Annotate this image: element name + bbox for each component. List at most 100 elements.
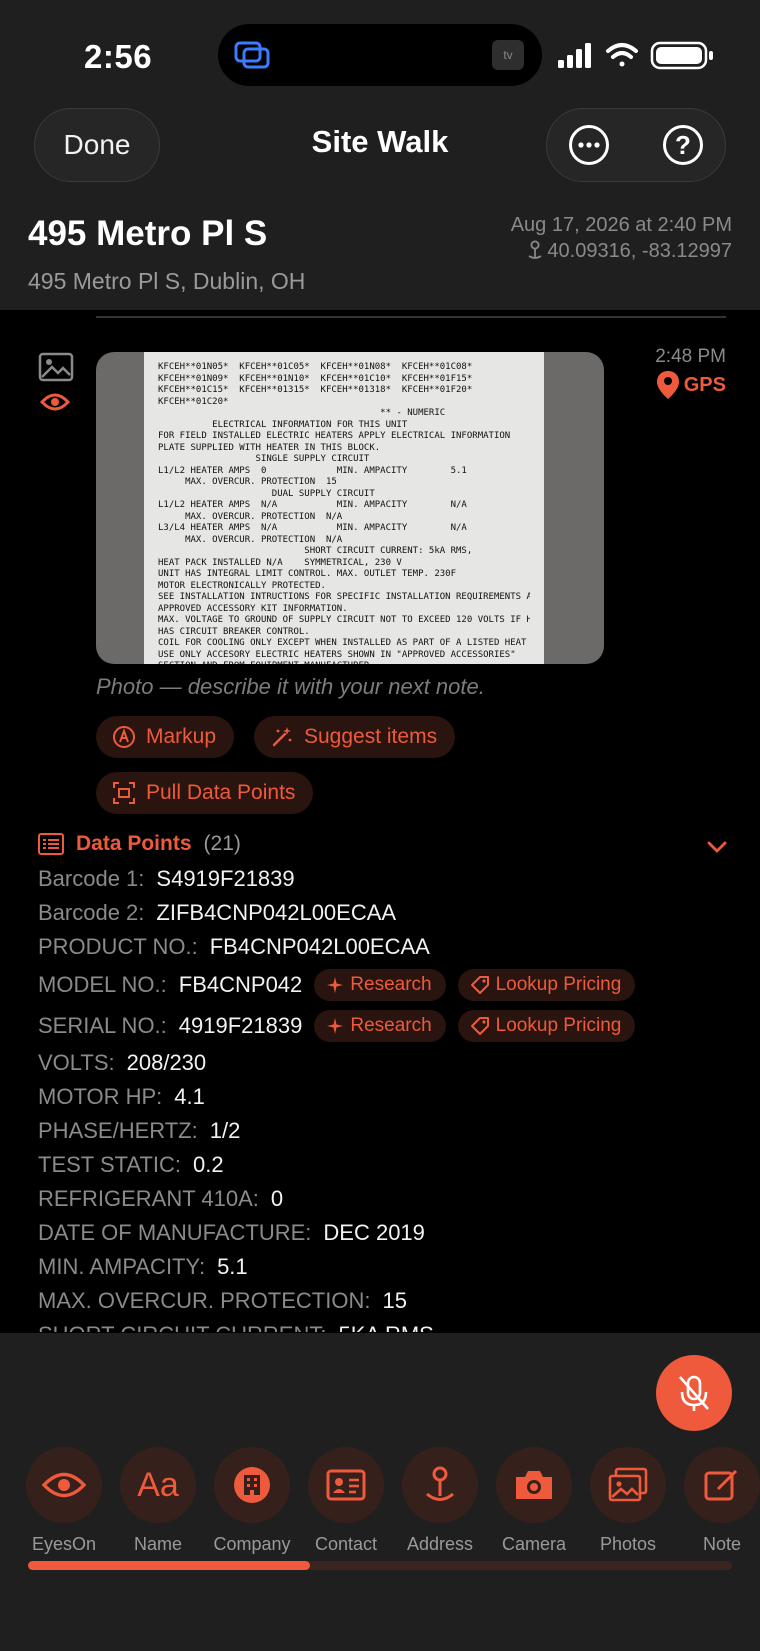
question-mark-icon: ? bbox=[675, 130, 691, 160]
lookup-pricing-button[interactable]: Lookup Pricing bbox=[457, 968, 636, 1001]
tool-note[interactable]: Note bbox=[675, 1447, 760, 1555]
equipment-photo[interactable]: KFCEH**01N05* KFCEH**01C05* KFCEH**01N08… bbox=[96, 352, 604, 664]
eye-icon bbox=[26, 1447, 102, 1523]
camera-icon bbox=[496, 1447, 572, 1523]
data-point-key: SERIAL NO.: bbox=[38, 1012, 167, 1038]
visibility-eye-icon[interactable] bbox=[40, 392, 70, 412]
label-line: KFCEH**01C15* KFCEH**01315* KFCEH**01318… bbox=[158, 385, 473, 395]
label-line: HAS CIRCUIT BREAKER CONTROL. bbox=[158, 626, 310, 637]
location-pin-icon bbox=[528, 240, 542, 259]
data-points-list[interactable]: Barcode 1: S4919F21839 Barcode 2: ZIFB4CNP0… bbox=[38, 862, 738, 1332]
data-point-key: DATE OF MANUFACTURE: bbox=[38, 1220, 312, 1245]
tool-strip[interactable]: EyesOn Aa Name Company Contact Address Camera P… bbox=[26, 1447, 760, 1557]
tool-label: Company bbox=[213, 1534, 291, 1554]
data-point-key: MIN. AMPACITY: bbox=[38, 1254, 206, 1279]
suggest-items-label: Suggest items bbox=[304, 725, 438, 748]
markup-button[interactable]: Markup bbox=[96, 716, 235, 758]
magic-wand-icon bbox=[272, 727, 292, 747]
data-points-title: Data Points bbox=[76, 832, 192, 855]
data-point-key: Barcode 1: bbox=[38, 866, 145, 891]
photos-icon bbox=[590, 1447, 666, 1523]
suggest-items-button[interactable]: Suggest items bbox=[254, 716, 456, 758]
data-point-key: Barcode 2: bbox=[38, 900, 145, 925]
coordinates-text: 40.09316, -83.12997 bbox=[547, 240, 732, 262]
data-point-row: TEST STATIC: 0.2 bbox=[38, 1148, 738, 1182]
label-line: MAX. OVERCUR. PROTECTION N/A bbox=[158, 511, 343, 522]
data-point-key: PRODUCT NO.: bbox=[38, 934, 198, 959]
data-point-row: SERIAL NO.: 4919F21839 Research Lookup Pric… bbox=[38, 1005, 738, 1046]
label-line: KFCEH**01N05* KFCEH**01C05* KFCEH**01N08… bbox=[158, 362, 473, 372]
data-points-header[interactable]: Data Points (21) bbox=[38, 832, 241, 856]
help-button[interactable]: ? bbox=[663, 125, 703, 165]
tool-label: Contact bbox=[314, 1534, 378, 1554]
photo-time: 2:48 PM bbox=[655, 346, 726, 367]
label-line: HEAT PACK INSTALLED N/A SYMMETRICAL, 230… bbox=[158, 557, 402, 568]
lookup-pricing-label: Lookup Pricing bbox=[495, 973, 622, 995]
tool-address[interactable]: Address bbox=[393, 1447, 487, 1555]
gps-label: GPS bbox=[683, 373, 726, 396]
more-options-button[interactable] bbox=[569, 125, 609, 165]
data-point-key: REFRIGERANT 410A: bbox=[38, 1186, 259, 1211]
data-point-key: VOLTS: bbox=[38, 1050, 115, 1075]
list-icon bbox=[38, 833, 64, 855]
research-label: Research bbox=[350, 973, 432, 995]
label-line: KFCEH**01C20* bbox=[158, 396, 229, 407]
label-line: L1/L2 HEATER AMPS N/A MIN. AMPACITY N/A bbox=[158, 500, 467, 510]
data-point-key: TEST STATIC: bbox=[38, 1152, 182, 1177]
data-point-row: MOTOR HP: 4.1 bbox=[38, 1080, 738, 1114]
map-pin-icon bbox=[402, 1447, 478, 1523]
data-point-key: MODEL NO.: bbox=[38, 971, 167, 997]
note-icon bbox=[684, 1447, 760, 1523]
building-icon bbox=[214, 1447, 290, 1523]
tool-label: Address bbox=[406, 1534, 474, 1554]
research-button[interactable]: Research bbox=[314, 1009, 446, 1042]
data-point-value: S4919F21839 bbox=[156, 866, 295, 891]
done-button[interactable]: Done bbox=[34, 108, 160, 182]
scan-text-icon bbox=[113, 782, 135, 804]
price-tag-icon bbox=[470, 1016, 489, 1035]
label-line: MAX. VOLTAGE TO GROUND OF SUPPLY CIRCUIT… bbox=[158, 615, 530, 625]
tool-name[interactable]: Aa Name bbox=[111, 1447, 205, 1555]
data-point-value: 4.1 bbox=[174, 1084, 205, 1109]
tool-label: EyesOn bbox=[31, 1534, 97, 1554]
label-line: UNIT HAS INTEGRAL LIMIT CONTROL. MAX. OU… bbox=[158, 569, 457, 579]
pull-data-points-button[interactable]: Pull Data Points bbox=[96, 772, 314, 814]
label-line: L1/L2 HEATER AMPS 0 MIN. AMPACITY 5.1 bbox=[158, 465, 467, 476]
gps-badge[interactable]: GPS bbox=[656, 370, 726, 400]
data-point-row: Barcode 2: ZIFB4CNP042L00ECAA bbox=[38, 896, 738, 930]
status-time: 2:56 bbox=[84, 38, 153, 75]
label-line: SHORT CIRCUIT CURRENT: 5kA RMS, bbox=[158, 546, 473, 556]
label-line: PLATE SUPPLIED WITH HEATER IN THIS BLOCK… bbox=[158, 442, 381, 453]
tool-photos[interactable]: Photos bbox=[581, 1447, 675, 1555]
tool-company[interactable]: Company bbox=[205, 1447, 299, 1555]
tool-contact[interactable]: Contact bbox=[299, 1447, 393, 1555]
chevron-down-icon[interactable] bbox=[706, 836, 728, 858]
label-line: SINGLE SUPPLY CIRCUIT bbox=[158, 454, 370, 464]
data-point-value: FB4CNP042 bbox=[178, 971, 303, 997]
label-line: SECTION AND FROM EQUIPMENT MANUFACTURER. bbox=[158, 661, 530, 664]
data-point-value: 5KA RMS bbox=[338, 1322, 433, 1332]
research-button[interactable]: Research bbox=[314, 968, 446, 1001]
data-point-row: DATE OF MANUFACTURE: DEC 2019 bbox=[38, 1216, 738, 1250]
contact-card-icon bbox=[308, 1447, 384, 1523]
lookup-pricing-button[interactable]: Lookup Pricing bbox=[457, 1009, 636, 1042]
label-line: ** - NUMERIC bbox=[158, 408, 446, 418]
label-line: ELECTRICAL INFORMATION FOR THIS UNIT bbox=[158, 419, 408, 430]
tool-label: Name bbox=[133, 1534, 182, 1554]
status-bar: 2:56 tv bbox=[0, 0, 760, 110]
data-point-value: 1/2 bbox=[209, 1118, 241, 1143]
label-line: L3/L4 HEATER AMPS N/A MIN. AMPACITY N/A bbox=[158, 523, 467, 533]
dynamic-island: tv bbox=[218, 24, 542, 86]
tool-strip-scrollbar[interactable] bbox=[28, 1561, 732, 1570]
mic-off-button[interactable] bbox=[656, 1355, 732, 1431]
lookup-pricing-label: Lookup Pricing bbox=[495, 1014, 622, 1036]
label-line: APPROVED ACCESSORY KIT INFORMATION. bbox=[158, 603, 348, 614]
data-point-row: MIN. AMPACITY: 5.1 bbox=[38, 1250, 738, 1284]
data-point-key: SHORT CIRCUIT CURRENT: bbox=[38, 1322, 326, 1332]
tool-eyeson[interactable]: EyesOn bbox=[26, 1447, 111, 1555]
tool-label: Camera bbox=[501, 1534, 567, 1554]
data-point-row: REFRIGERANT 410A: 0 bbox=[38, 1182, 738, 1216]
scrollbar-thumb[interactable] bbox=[28, 1561, 310, 1570]
tool-camera[interactable]: Camera bbox=[487, 1447, 581, 1555]
label-line: DUAL SUPPLY CIRCUIT bbox=[158, 488, 375, 499]
